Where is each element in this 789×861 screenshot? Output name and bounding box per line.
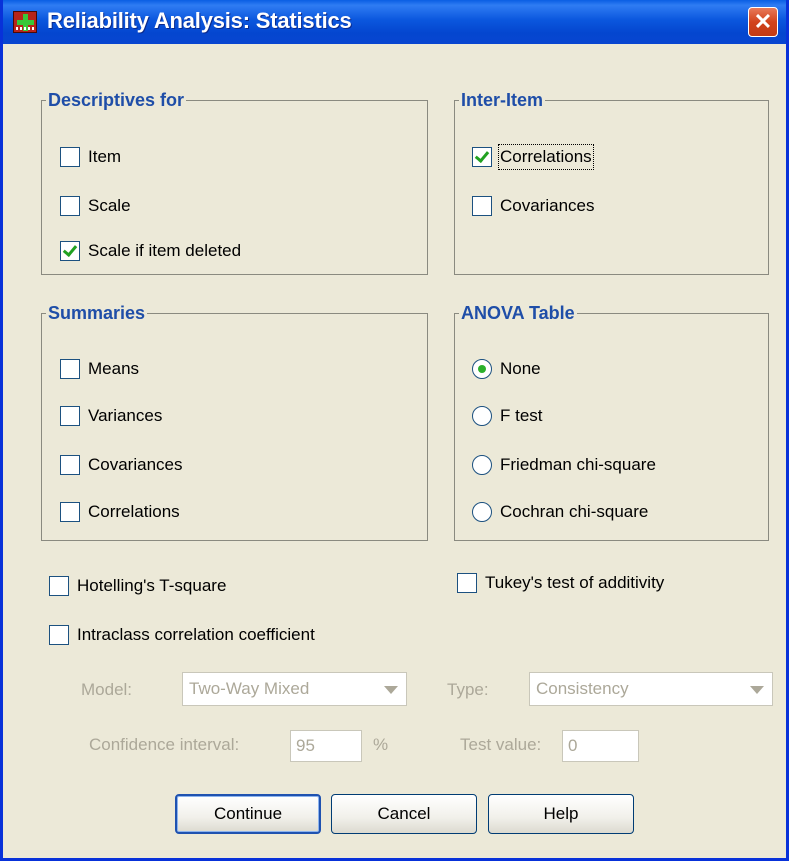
- anova-cochran-label: Cochran chi-square: [500, 502, 649, 521]
- inter-item-legend: Inter-Item: [459, 89, 546, 111]
- scale-if-item-deleted-checkbox-box[interactable]: [60, 241, 80, 261]
- tukey-checkbox-box[interactable]: [457, 573, 477, 593]
- summaries-covariances-checkbox-box[interactable]: [60, 455, 80, 475]
- window-title: Reliability Analysis: Statistics: [47, 8, 352, 33]
- item-checkbox-label: Item: [88, 147, 122, 166]
- confidence-interval-value: 95: [296, 736, 315, 755]
- model-label: Model:: [81, 680, 133, 699]
- variances-checkbox-box[interactable]: [60, 406, 80, 426]
- anova-f-test-radio-button[interactable]: [472, 406, 492, 426]
- variances-label: Variances: [88, 406, 163, 425]
- help-button[interactable]: Help: [488, 794, 634, 834]
- intraclass-label: Intraclass correlation coefficient: [77, 625, 315, 644]
- scale-checkbox-box[interactable]: [60, 196, 80, 216]
- type-label: Type:: [447, 680, 489, 699]
- continue-button[interactable]: Continue: [175, 794, 321, 834]
- inter-item-group: Inter-Item Correlations Covariances: [454, 89, 769, 275]
- test-value-field[interactable]: 0: [562, 730, 639, 762]
- close-button[interactable]: ✕: [748, 7, 778, 37]
- cancel-button[interactable]: Cancel: [331, 794, 477, 834]
- summaries-covariances-label: Covariances: [88, 455, 183, 474]
- title-bar[interactable]: Reliability Analysis: Statistics ✕: [3, 0, 786, 44]
- inter-item-covariances-checkbox-box[interactable]: [472, 196, 492, 216]
- scale-if-item-deleted-label: Scale if item deleted: [88, 241, 242, 260]
- item-checkbox-box[interactable]: [60, 147, 80, 167]
- summaries-correlations-checkbox-box[interactable]: [60, 502, 80, 522]
- anova-none-radio-button[interactable]: [472, 359, 492, 379]
- spss-app-icon: [13, 11, 37, 33]
- anova-none-label: None: [500, 359, 541, 378]
- inter-item-correlations-label: Correlations: [498, 144, 594, 170]
- test-value-label: Test value:: [460, 735, 542, 754]
- hotelling-checkbox-box[interactable]: [49, 576, 69, 596]
- scale-checkbox-label: Scale: [88, 196, 131, 215]
- anova-table-legend: ANOVA Table: [459, 302, 577, 324]
- confidence-interval-field[interactable]: 95: [290, 730, 362, 762]
- intraclass-checkbox-box[interactable]: [49, 625, 69, 645]
- model-dropdown-value: Two-Way Mixed: [189, 679, 310, 698]
- summaries-group: Summaries Means Variances Covariances Co…: [41, 302, 428, 541]
- chevron-down-icon: [384, 686, 398, 694]
- hotelling-label: Hotelling's T-square: [77, 576, 227, 595]
- means-label: Means: [88, 359, 140, 378]
- means-checkbox-box[interactable]: [60, 359, 80, 379]
- percent-unit-label: %: [373, 735, 389, 754]
- test-value-value: 0: [568, 736, 578, 755]
- summaries-legend: Summaries: [46, 302, 148, 324]
- descriptives-group: Descriptives for Item Scale Scale if ite…: [41, 89, 428, 275]
- tukey-label: Tukey's test of additivity: [485, 573, 665, 592]
- confidence-interval-label: Confidence interval:: [89, 735, 240, 754]
- close-icon: ✕: [753, 9, 773, 34]
- anova-friedman-radio-button[interactable]: [472, 455, 492, 475]
- model-dropdown[interactable]: Two-Way Mixed: [182, 672, 407, 706]
- type-dropdown-value: Consistency: [536, 679, 629, 698]
- type-dropdown[interactable]: Consistency: [529, 672, 773, 706]
- anova-cochran-radio-button[interactable]: [472, 502, 492, 522]
- anova-friedman-label: Friedman chi-square: [500, 455, 656, 474]
- inter-item-covariances-label: Covariances: [500, 196, 595, 215]
- dialog-window: Reliability Analysis: Statistics ✕ Descr…: [0, 0, 789, 861]
- anova-table-group: ANOVA Table None F test Friedman chi-squ…: [454, 302, 769, 541]
- chevron-down-icon: [750, 686, 764, 694]
- anova-f-test-label: F test: [500, 406, 543, 425]
- inter-item-correlations-checkbox-box[interactable]: [472, 147, 492, 167]
- descriptives-legend: Descriptives for: [46, 89, 187, 111]
- summaries-correlations-label: Correlations: [88, 502, 180, 521]
